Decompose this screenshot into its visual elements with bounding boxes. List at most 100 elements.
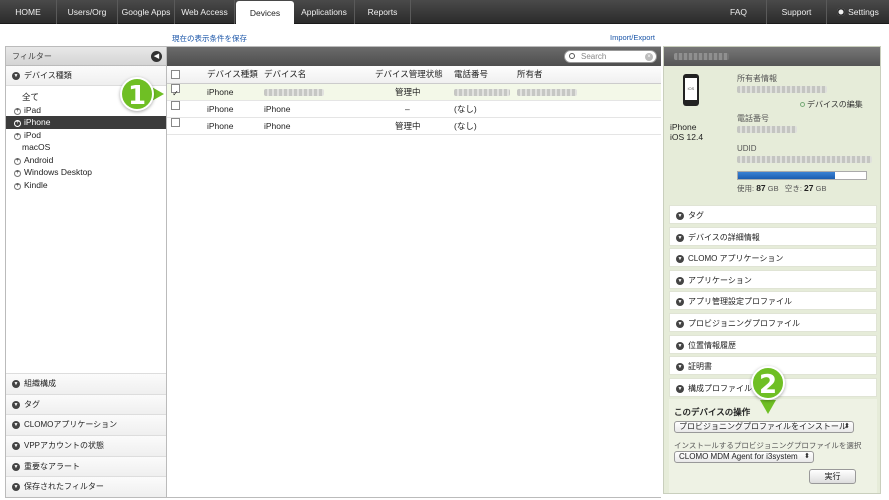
filter-item-iphone[interactable]: + iPhone	[6, 116, 166, 129]
filter-section-alerts[interactable]: ▼ 重要なアラート	[6, 455, 166, 477]
table-row[interactable]: iPhone iPhone 管理中 (なし)	[167, 118, 661, 135]
filter-section-saved[interactable]: ▼ 保存されたフィルター	[6, 476, 166, 497]
filter-section-org[interactable]: ▼ 組織構成	[6, 372, 166, 394]
cell-owner-redacted	[517, 84, 577, 101]
section-label: 構成プロファイル	[688, 383, 752, 393]
support-link[interactable]: Support	[766, 0, 826, 24]
import-export-link[interactable]: Import/Export	[610, 33, 655, 42]
chevron-down-icon: ▼	[676, 363, 684, 372]
profile-select-value: CLOMO MDM Agent for i3system	[679, 452, 798, 461]
edit-device-link[interactable]: デバイスの編集	[800, 99, 863, 110]
faq-link[interactable]: FAQ	[711, 0, 766, 24]
chevron-down-icon: ▼	[676, 384, 684, 393]
top-nav: HOME Users/Org Google Apps Web Access De…	[0, 0, 889, 25]
device-detail-panel: iOS iPhone iOS 12.4 所有者情報 デバイスの編集 電話番号 U…	[663, 46, 881, 494]
filter-section-tag[interactable]: ▼ タグ	[6, 393, 166, 415]
settings-link[interactable]: Settings	[826, 0, 889, 24]
cell-device-type: iPhone	[207, 121, 234, 131]
table-header: デバイス種類 デバイス名 デバイス管理状態 電話番号 所有者	[167, 66, 661, 84]
cell-status: 管理中	[395, 87, 421, 97]
filter-section-label: 保存されたフィルター	[24, 482, 104, 492]
filter-section-vpp[interactable]: ▼ VPPアカウントの状態	[6, 434, 166, 456]
section-location-history[interactable]: ▼ 位置情報履歴	[669, 334, 877, 354]
cell-device-name: iPhone	[264, 104, 291, 114]
chevron-down-icon: ▼	[12, 72, 20, 80]
filter-item-kindle[interactable]: + Kindle	[6, 179, 166, 192]
section-apps[interactable]: ▼ アプリケーション	[669, 269, 877, 289]
tab-applications[interactable]: Applications	[294, 0, 355, 24]
clear-icon[interactable]: ×	[645, 53, 653, 61]
search-icon	[569, 53, 575, 59]
redacted-text	[517, 89, 577, 97]
section-label: アプリ管理設定プロファイル	[688, 297, 792, 307]
filter-section-clomo-app[interactable]: ▼ CLOMOアプリケーション	[6, 414, 166, 435]
chevron-down-icon: ▼	[12, 400, 20, 409]
table-row[interactable]: iPhone iPhone – (なし)	[167, 101, 661, 118]
chevron-down-icon: ▼	[12, 379, 20, 388]
operation-select[interactable]: プロビジョニングプロファイルをインストール ⬍	[674, 421, 854, 433]
chevron-down-icon: ▼	[676, 319, 684, 328]
col-owner[interactable]: 所有者	[517, 66, 543, 83]
expand-icon: +	[14, 157, 21, 165]
section-app-config-profile[interactable]: ▼ アプリ管理設定プロファイル	[669, 291, 877, 311]
profile-select[interactable]: CLOMO MDM Agent for i3system ⬍	[674, 451, 814, 463]
row-checkbox[interactable]	[171, 118, 180, 127]
section-label: タグ	[688, 211, 704, 220]
chevron-down-icon: ▼	[676, 233, 684, 242]
ops-title: このデバイスの操作	[674, 407, 751, 417]
free-label: 空き:	[784, 184, 802, 193]
collapse-panel-icon[interactable]: ◀	[151, 51, 162, 62]
filter-item-label: Android	[24, 154, 54, 165]
cell-phone: (なし)	[454, 121, 477, 131]
callout-2: 2	[751, 366, 785, 400]
section-label: 証明書	[688, 362, 712, 372]
filter-item-label: iPad	[24, 104, 42, 115]
chevron-down-icon: ▼	[676, 298, 684, 307]
used-label: 使用:	[737, 184, 755, 193]
tab-users-org[interactable]: Users/Org	[57, 0, 118, 24]
storage-usage-text: 使用: 87 GB 空き: 27 GB	[737, 183, 826, 194]
section-clomo-apps[interactable]: ▼ CLOMO アプリケーション	[669, 248, 877, 268]
execute-button[interactable]: 実行	[809, 469, 856, 484]
col-device-name[interactable]: デバイス名	[264, 66, 306, 83]
section-device-details[interactable]: ▼ デバイスの詳細情報	[669, 226, 877, 246]
filter-item-label: iPhone	[24, 117, 51, 127]
cell-device-type: iPhone	[207, 87, 234, 97]
chevron-down-icon: ▼	[676, 276, 684, 285]
cell-phone: (なし)	[454, 104, 477, 114]
section-provisioning-profile[interactable]: ▼ プロビジョニングプロファイル	[669, 312, 877, 332]
filter-section-label: 重要なアラート	[24, 461, 80, 471]
table-row[interactable]: ✓ iPhone 管理中	[167, 84, 661, 101]
filter-item-android[interactable]: + Android	[6, 154, 166, 167]
tab-home[interactable]: HOME	[0, 0, 57, 24]
filter-section-label: デバイス種類	[24, 71, 72, 80]
row-checkbox[interactable]	[171, 101, 180, 110]
chevron-down-icon: ▼	[12, 421, 20, 430]
chevron-down-icon: ▼	[12, 483, 20, 492]
filter-item-ipod[interactable]: + iPod	[6, 129, 166, 142]
filter-item-windows-desktop[interactable]: + Windows Desktop	[6, 166, 166, 179]
chevron-down-icon: ▼	[12, 441, 20, 450]
cell-phone-redacted	[454, 84, 510, 101]
used-value: 87	[756, 183, 766, 193]
tab-reports[interactable]: Reports	[355, 0, 411, 24]
section-tag[interactable]: ▼ タグ	[669, 205, 877, 224]
search-input[interactable]: Search ×	[564, 50, 657, 63]
save-view-link[interactable]: 現在の表示条件を保存	[172, 33, 247, 44]
tab-devices[interactable]: Devices	[236, 1, 294, 25]
cell-device-type: iPhone	[207, 104, 234, 114]
filter-item-macos[interactable]: macOS	[6, 141, 166, 154]
tab-google-apps[interactable]: Google Apps	[118, 0, 175, 24]
tab-web-access[interactable]: Web Access	[175, 0, 235, 24]
col-phone[interactable]: 電話番号	[454, 66, 488, 83]
filter-section-label: 組織構成	[24, 378, 56, 388]
col-management-status[interactable]: デバイス管理状態	[375, 66, 443, 83]
filter-header: フィルター ◀	[6, 47, 166, 66]
select-all-checkbox[interactable]	[171, 70, 180, 79]
device-model-info: iPhone iOS 12.4	[670, 122, 703, 142]
col-device-type[interactable]: デバイス種類	[207, 66, 258, 83]
row-checkbox[interactable]: ✓	[171, 84, 180, 98]
updown-icon: ⬍	[844, 423, 850, 430]
edit-device-label: デバイスの編集	[807, 100, 863, 109]
section-label: アプリケーション	[688, 275, 752, 285]
